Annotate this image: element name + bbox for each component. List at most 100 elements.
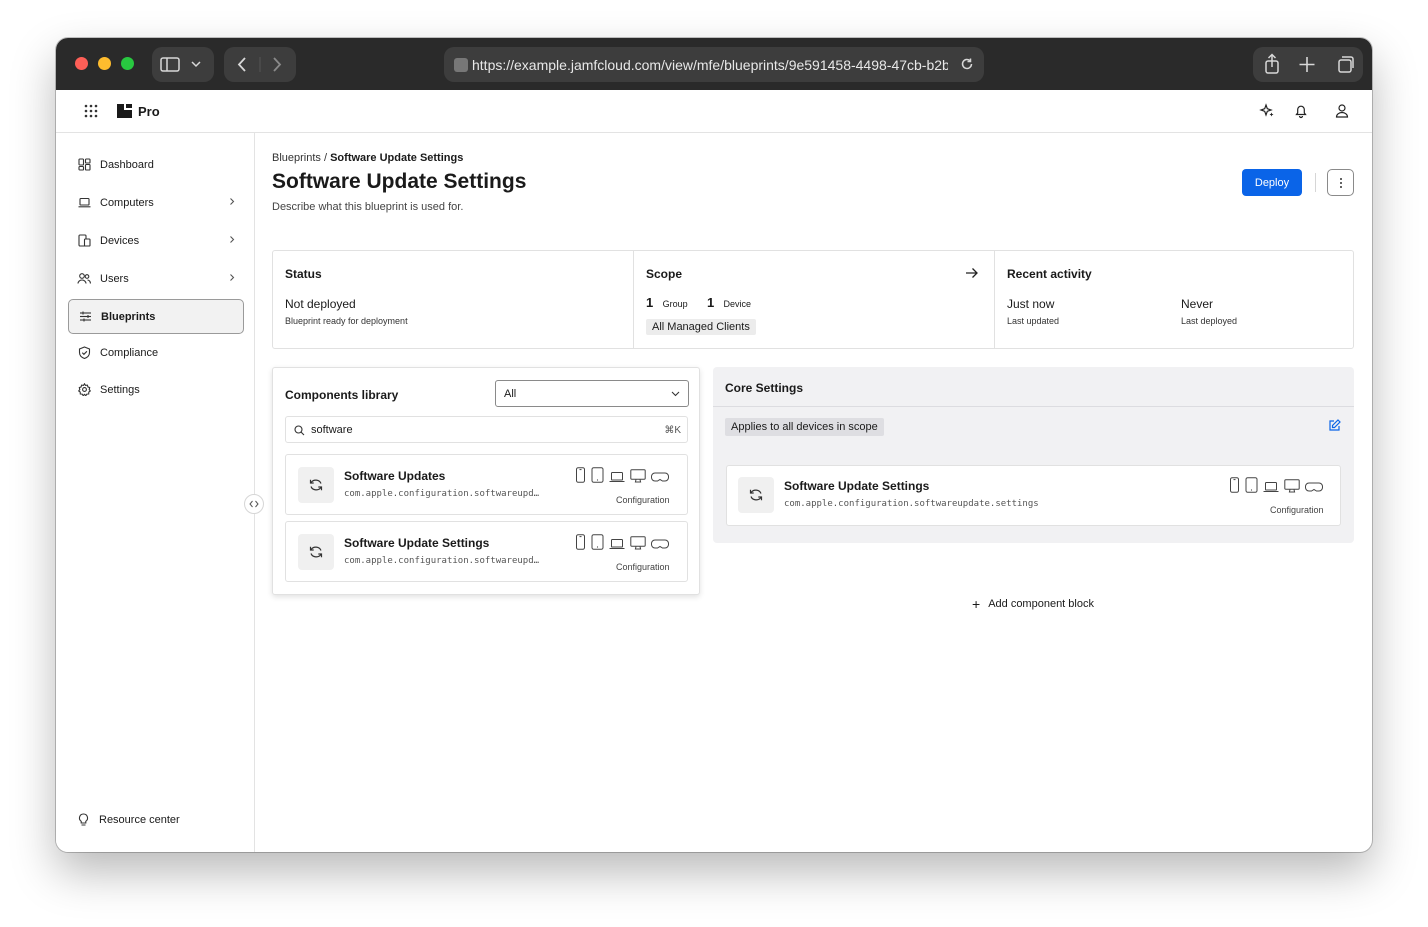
imac-icon	[1284, 479, 1300, 493]
chevron-down-icon	[671, 391, 680, 397]
status-card: Status Not deployed Blueprint ready for …	[273, 251, 634, 348]
last-deployed-label: Last deployed	[1181, 316, 1238, 326]
last-updated-label: Last updated	[1007, 316, 1060, 326]
app-header: Pro	[56, 90, 1372, 133]
favicon-icon	[454, 57, 468, 72]
iphone-icon	[576, 534, 585, 550]
component-name: Software Update Settings	[344, 536, 490, 550]
close-window-button[interactable]	[75, 57, 88, 70]
core-component-block[interactable]: Software Update Settings com.apple.confi…	[726, 465, 1341, 526]
jamf-logo-icon	[117, 104, 132, 118]
forward-icon	[273, 57, 282, 72]
notifications-icon[interactable]	[1293, 103, 1309, 119]
browser-window: https://example.jamfcloud.com/view/mfe/b…	[56, 38, 1372, 852]
minimize-window-button[interactable]	[98, 57, 111, 70]
macbook-icon	[609, 472, 625, 482]
imac-icon	[630, 536, 646, 550]
component-name: Software Update Settings	[784, 479, 930, 493]
library-item-software-updates[interactable]: Software Updates com.apple.configuration…	[285, 454, 688, 515]
chevron-right-icon	[230, 198, 235, 205]
address-bar[interactable]: https://example.jamfcloud.com/view/mfe/b…	[444, 47, 984, 82]
components-library-panel: Components library All software ⌘K Softw…	[272, 367, 700, 595]
sidebar-item-users[interactable]: Users	[68, 261, 244, 296]
component-filter-select[interactable]: All	[495, 380, 689, 407]
status-subtext: Blueprint ready for deployment	[285, 316, 408, 326]
chevron-right-icon	[230, 236, 235, 243]
breadcrumb-separator: /	[320, 152, 331, 164]
sidebar-item-dashboard[interactable]: Dashboard	[68, 147, 244, 182]
sync-icon	[738, 477, 774, 513]
last-deployed-value: Never	[1181, 297, 1214, 311]
sidebar-item-settings[interactable]: Settings	[68, 372, 244, 407]
collapse-sidebar-button[interactable]	[244, 494, 264, 514]
summary-panel: Status Not deployed Blueprint ready for …	[272, 250, 1354, 349]
more-options-button[interactable]	[1327, 169, 1354, 196]
add-component-label: Add component block	[988, 598, 1094, 610]
status-value: Not deployed	[285, 297, 356, 311]
ipad-icon	[591, 467, 604, 483]
ai-sparkle-icon[interactable]	[1259, 103, 1275, 119]
component-search-input[interactable]: software ⌘K	[285, 416, 688, 443]
main-content: Blueprints / Software Update Settings So…	[256, 133, 1372, 852]
scope-target-tag: All Managed Clients	[646, 319, 756, 335]
core-settings-heading: Core Settings	[725, 381, 804, 395]
search-icon	[294, 425, 305, 436]
supported-platforms	[575, 467, 669, 483]
back-icon	[237, 57, 246, 72]
vision-pro-icon	[1305, 482, 1323, 492]
user-account-icon[interactable]	[1334, 103, 1350, 119]
share-icon	[1265, 53, 1279, 74]
component-name: Software Updates	[344, 469, 446, 483]
page-title: Software Update Settings	[272, 170, 527, 193]
sidebar-item-label: Devices	[100, 234, 140, 247]
edit-icon[interactable]	[1328, 419, 1341, 432]
supported-platforms	[575, 534, 669, 550]
library-heading: Components library	[285, 388, 399, 402]
device-count: 1	[706, 295, 715, 310]
sidebar-item-compliance[interactable]: Compliance	[68, 335, 244, 370]
deploy-button[interactable]: Deploy	[1242, 169, 1302, 196]
sidebar-item-computers[interactable]: Computers	[68, 185, 244, 220]
imac-icon	[630, 469, 646, 483]
search-shortcut: ⌘K	[664, 425, 681, 436]
url-text[interactable]: https://example.jamfcloud.com/view/mfe/b…	[472, 57, 948, 73]
scope-applies-badge: Applies to all devices in scope	[725, 418, 884, 436]
sidebar-item-label: Compliance	[100, 346, 159, 359]
laptop-icon	[77, 196, 91, 210]
zoom-window-button[interactable]	[121, 57, 134, 70]
code-arrows-icon	[249, 500, 259, 508]
component-identifier: com.apple.configuration.softwareupdate.s…	[784, 499, 1039, 509]
iphone-icon	[576, 467, 585, 483]
app-launcher-icon[interactable]	[84, 104, 98, 118]
search-value: software	[311, 423, 353, 436]
library-item-software-update-settings[interactable]: Software Update Settings com.apple.confi…	[285, 521, 688, 582]
component-type: Configuration	[1270, 505, 1324, 515]
breadcrumb-root-link[interactable]: Blueprints	[272, 152, 321, 164]
page-description[interactable]: Describe what this blueprint is used for…	[272, 201, 463, 213]
sidebar-toggle-button[interactable]	[152, 47, 214, 82]
status-heading: Status	[285, 267, 322, 281]
scope-card[interactable]: Scope 1 Group 1 Device All Managed Clien…	[634, 251, 995, 348]
resource-center-link[interactable]: Resource center	[77, 813, 180, 827]
activity-heading: Recent activity	[1007, 267, 1092, 281]
add-component-block-button[interactable]: + Add component block	[972, 597, 1094, 611]
sidebar-item-blueprints[interactable]: Blueprints	[68, 299, 244, 334]
more-vertical-icon	[1339, 177, 1342, 188]
supported-platforms	[1229, 477, 1323, 493]
group-count: 1	[646, 295, 654, 310]
core-settings-panel: Core Settings Applies to all devices in …	[713, 367, 1354, 543]
device-label: Device	[723, 299, 752, 309]
macbook-icon	[1263, 482, 1279, 492]
scope-counts: 1 Group 1 Device	[646, 295, 751, 310]
group-label: Group	[662, 299, 688, 309]
component-identifier: com.apple.configuration.softwareupd…	[344, 556, 540, 566]
breadcrumb: Blueprints / Software Update Settings	[272, 152, 463, 164]
sidebar-item-devices[interactable]: Devices	[68, 223, 244, 258]
reload-icon[interactable]	[960, 57, 974, 71]
component-row: Software Update Settings com.apple.confi…	[726, 465, 1341, 526]
browser-toolbar: https://example.jamfcloud.com/view/mfe/b…	[56, 38, 1372, 90]
sliders-icon	[78, 310, 92, 324]
breadcrumb-current: Software Update Settings	[330, 152, 464, 164]
arrow-right-icon[interactable]	[965, 267, 979, 279]
sidebar-icon	[160, 57, 201, 72]
